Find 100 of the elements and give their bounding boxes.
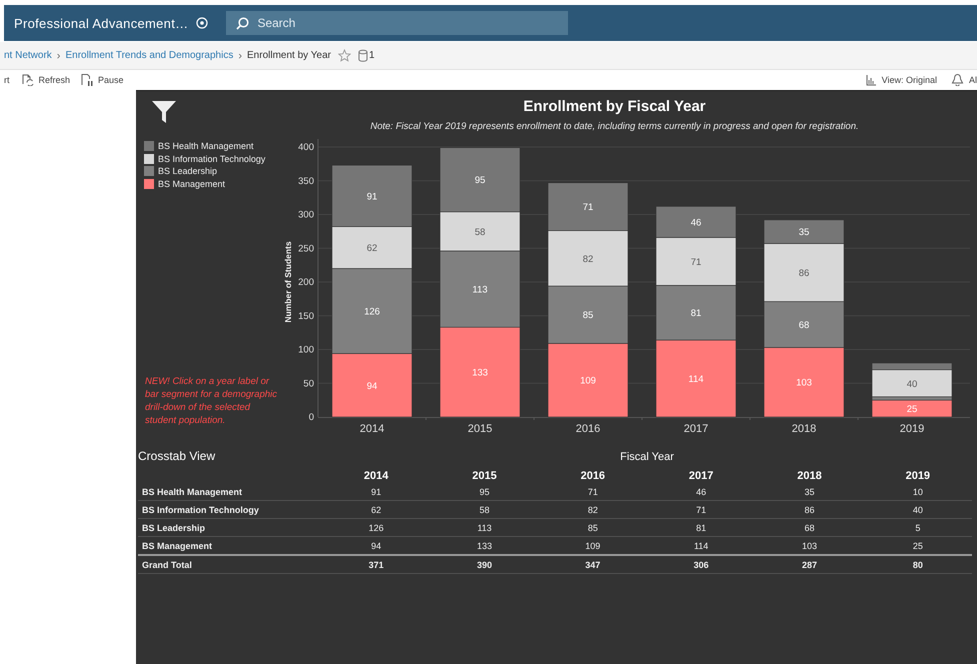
toolbar-button[interactable]: Refresh <box>20 73 70 86</box>
workbook-title[interactable]: Professional Advancement… <box>14 16 188 30</box>
data-label: 81 <box>690 308 702 320</box>
data-label: 126 <box>364 306 380 318</box>
toolbar-button[interactable]: rt <box>4 74 10 84</box>
bar-segment[interactable] <box>872 400 952 418</box>
table-cell: 109 <box>538 536 647 555</box>
table-cell: 46 <box>646 483 756 500</box>
data-label: 94 <box>366 380 378 392</box>
table-cell: 25 <box>864 536 972 555</box>
bar-segment[interactable] <box>440 212 520 252</box>
bar-segment[interactable] <box>656 340 736 418</box>
bar-segment[interactable] <box>332 226 412 269</box>
column-header: 2017 <box>688 469 714 483</box>
table-cell: 95 <box>430 483 539 500</box>
table-cell: 35 <box>755 483 864 500</box>
search-icon <box>236 16 250 30</box>
data-label: 113 <box>472 284 488 296</box>
bar-segment[interactable] <box>656 237 736 286</box>
data-label: 114 <box>688 374 704 386</box>
chart-title: Enrollment by Fiscal Year <box>523 98 706 115</box>
axis-tick-label[interactable]: 2017 <box>684 423 708 435</box>
drilldown-note: NEW! Click on a year label or bar segment for a demographic drill-down of the selected student population. <box>145 375 278 427</box>
axis-tick-label: 150 <box>298 310 314 322</box>
breadcrumb-separator: › <box>238 50 242 62</box>
dropdown-icon[interactable] <box>196 17 208 29</box>
table-cell: 71 <box>538 483 647 500</box>
axis-tick-label[interactable]: 2014 <box>360 423 384 435</box>
row-header: BS Management <box>138 536 322 555</box>
database-icon[interactable] <box>358 49 368 62</box>
axis-tick-label: 200 <box>298 277 314 288</box>
table-cell: 68 <box>755 518 864 536</box>
axis-tick-label: 50 <box>303 378 314 390</box>
table-cell: 371 <box>322 555 430 574</box>
breadcrumb-current: Enrollment by Year <box>247 50 331 61</box>
table-cell: 91 <box>322 483 430 500</box>
star-icon[interactable] <box>338 49 351 62</box>
table-cell: 85 <box>538 518 647 536</box>
table-cell: 306 <box>646 555 756 574</box>
chart-icon <box>864 73 877 86</box>
row-header: BS Information Technology <box>138 500 322 518</box>
table-cell: 94 <box>322 536 430 555</box>
table-cell: 71 <box>646 500 756 518</box>
axis-tick-label[interactable]: 2015 <box>468 423 492 435</box>
data-label: 71 <box>582 202 594 214</box>
data-label: 85 <box>582 310 594 322</box>
data-label: 71 <box>690 256 702 268</box>
bar-segment[interactable] <box>872 362 952 370</box>
legend-label[interactable]: BS Management <box>158 178 226 189</box>
axis-tick-label[interactable]: 2019 <box>900 423 924 435</box>
data-label: 68 <box>798 320 810 332</box>
axis-tick-label[interactable]: 2016 <box>576 423 600 435</box>
bar-segment[interactable] <box>332 353 412 418</box>
breadcrumb-link[interactable]: Enrollment Trends and Demographics <box>65 50 234 61</box>
axis-tick-label: 250 <box>298 243 314 254</box>
bar-segment[interactable] <box>764 243 844 302</box>
bar-segment[interactable] <box>872 369 952 398</box>
data-label: 62 <box>366 243 378 254</box>
row-header: BS Leadership <box>138 518 322 536</box>
data-label: 103 <box>796 378 812 389</box>
table-cell: 58 <box>430 500 539 518</box>
table-cell: 5 <box>864 518 972 536</box>
table-cell: 347 <box>538 555 647 574</box>
axis-tick-label: 300 <box>298 210 314 220</box>
table-cell: 81 <box>646 518 756 536</box>
filter-icon[interactable] <box>152 101 176 123</box>
data-label: 58 <box>474 226 486 238</box>
data-label: 25 <box>906 404 918 416</box>
axis-tick-label: 0 <box>308 412 314 423</box>
axis-tick-label: 350 <box>298 176 314 187</box>
table-cell: 62 <box>322 500 430 518</box>
search-box[interactable]: Search <box>226 11 568 35</box>
search-input[interactable]: Search <box>255 15 540 31</box>
bar-segment[interactable] <box>548 343 628 418</box>
bar-segment[interactable] <box>548 230 628 286</box>
legend-label[interactable]: BS Leadership <box>158 166 218 176</box>
data-label: 35 <box>798 227 810 238</box>
data-label: 91 <box>366 191 378 202</box>
data-label: 86 <box>798 268 810 280</box>
column-header: 2018 <box>796 469 823 483</box>
column-group-header: Fiscal Year <box>619 451 675 463</box>
chart-note: Note: Fiscal Year 2019 represents enrollment to date, including terms currently in progress and open for registration. <box>370 121 859 132</box>
bar-segment[interactable] <box>440 326 520 418</box>
toolbar-button[interactable]: Al <box>950 73 977 86</box>
data-label: 46 <box>690 217 702 228</box>
legend-label[interactable]: BS Information Technology <box>158 154 266 164</box>
toolbar-button[interactable]: Pause <box>80 73 124 86</box>
data-label: 109 <box>580 376 596 387</box>
legend-label[interactable]: BS Health Management <box>158 141 254 151</box>
bell-icon <box>950 73 964 86</box>
table-cell: 80 <box>864 555 972 574</box>
table-cell: 114 <box>646 536 756 555</box>
data-label: 82 <box>582 254 594 265</box>
toolbar-button[interactable]: View: Original <box>864 73 937 86</box>
data-label: 133 <box>472 368 488 379</box>
breadcrumb-link[interactable]: nt Network <box>4 50 52 61</box>
column-header: 2019 <box>904 469 932 483</box>
axis-tick-label: 400 <box>298 142 314 153</box>
axis-tick-label[interactable]: 2018 <box>792 423 816 435</box>
data-source-count: 1 <box>368 50 375 61</box>
